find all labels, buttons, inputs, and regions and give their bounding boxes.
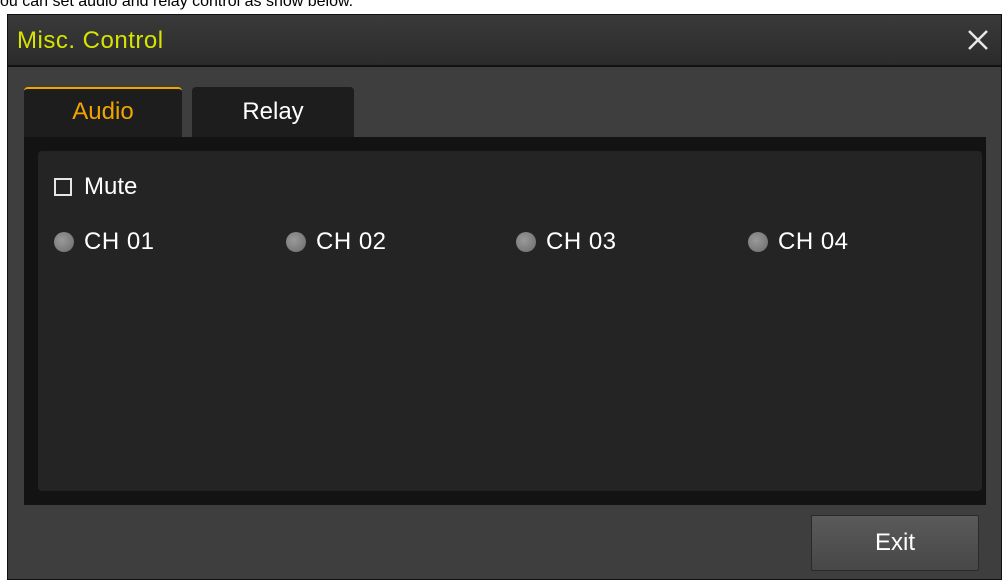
exit-button[interactable]: Exit — [811, 515, 979, 571]
close-icon — [968, 30, 988, 50]
page-caption: ou can set audio and relay control as sh… — [0, 0, 354, 10]
radio-button[interactable] — [286, 232, 306, 252]
channel-radio-ch04[interactable]: CH 04 — [748, 227, 849, 257]
channel-radio-ch02[interactable]: CH 02 — [286, 227, 387, 257]
mute-checkbox-row[interactable]: Mute — [54, 173, 137, 201]
tab-audio[interactable]: Audio — [24, 87, 182, 137]
tab-relay[interactable]: Relay — [192, 87, 354, 137]
channel-radio-ch01[interactable]: CH 01 — [54, 227, 155, 257]
channel-label: CH 02 — [316, 228, 387, 255]
dialog-titlebar: Misc. Control — [8, 15, 1001, 67]
mute-checkbox[interactable] — [54, 178, 72, 196]
channel-radio-ch03[interactable]: CH 03 — [516, 227, 617, 257]
dialog-title: Misc. Control — [17, 27, 164, 54]
mute-label: Mute — [84, 173, 138, 200]
radio-button[interactable] — [516, 232, 536, 252]
audio-panel: Mute CH 01 CH 02 CH 03 CH 04 — [38, 151, 982, 491]
radio-button[interactable] — [54, 232, 74, 252]
misc-control-dialog: Misc. Control Audio Relay Mute CH 01 CH … — [7, 14, 1002, 580]
radio-button[interactable] — [748, 232, 768, 252]
channel-label: CH 01 — [84, 228, 155, 255]
tab-panel: Mute CH 01 CH 02 CH 03 CH 04 — [24, 137, 986, 505]
channel-label: CH 04 — [778, 228, 849, 255]
close-button[interactable] — [961, 23, 995, 57]
channel-label: CH 03 — [546, 228, 617, 255]
